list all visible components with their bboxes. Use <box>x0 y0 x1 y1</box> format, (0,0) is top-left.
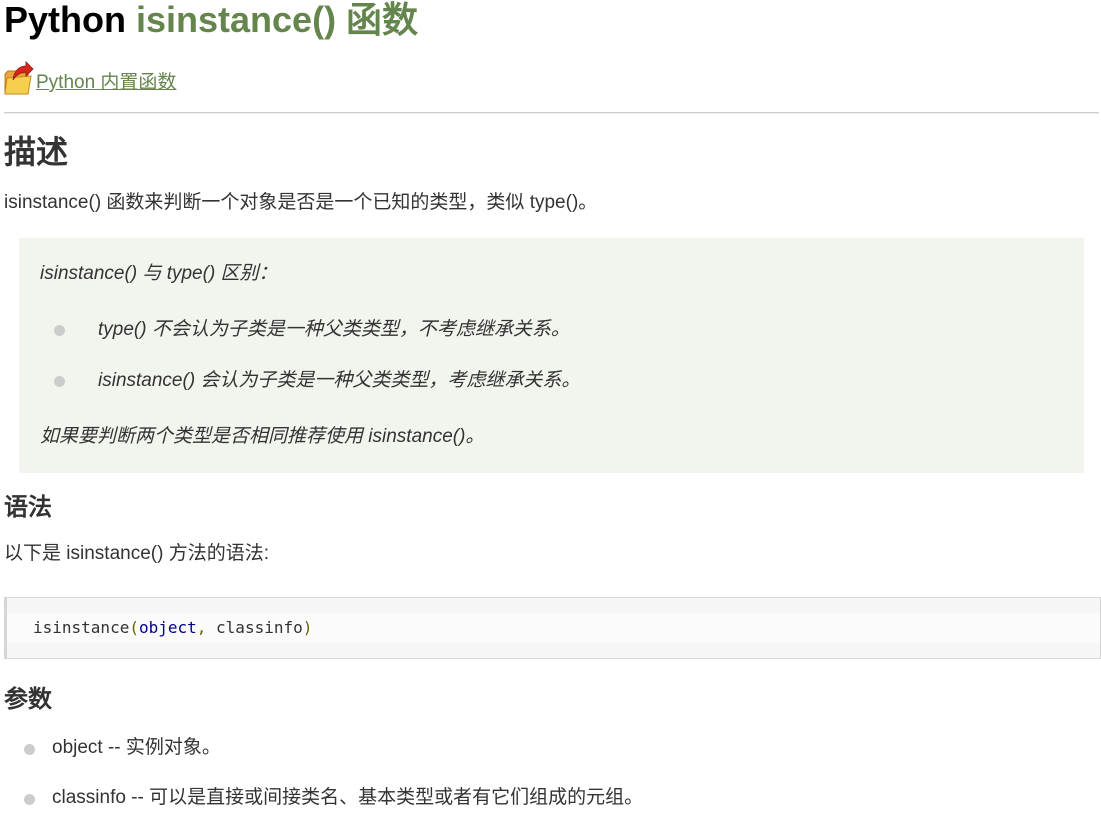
bullet-dot <box>24 794 35 805</box>
code-paren-open: ( <box>129 618 139 637</box>
builtin-functions-link[interactable]: Python 内置函数 <box>36 72 176 96</box>
bullet-dot <box>54 325 65 336</box>
param-item: object -- 实例对象。 <box>52 737 221 758</box>
code-line: isinstance(object, classinfo) <box>7 613 1100 643</box>
description-heading: 描述 <box>4 134 69 170</box>
bullet-dot <box>24 744 35 755</box>
description-text: isinstance() 函数来判断一个对象是否是一个已知的类型，类似 type… <box>4 192 598 213</box>
page-title-function: isinstance() 函数 <box>136 0 419 40</box>
difference-note: isinstance() 与 type() 区别： type() 不会认为子类是… <box>19 238 1084 473</box>
code-arg-classinfo: classinfo <box>206 618 303 637</box>
folder-up-icon <box>4 60 34 96</box>
param-item: classinfo -- 可以是直接或间接类名、基本类型或者有它们组成的元组。 <box>52 787 644 808</box>
syntax-code: isinstance(object, classinfo) <box>33 613 312 643</box>
page-title-prefix: Python <box>4 0 136 40</box>
syntax-heading: 语法 <box>4 494 52 521</box>
syntax-text: 以下是 isinstance() 方法的语法: <box>4 543 269 564</box>
code-paren-close: ) <box>302 618 313 637</box>
code-function-name: isinstance <box>33 618 130 637</box>
syntax-code-block: isinstance(object, classinfo) <box>4 597 1101 659</box>
note-conclusion: 如果要判断两个类型是否相同推荐使用 isinstance()。 <box>40 426 485 447</box>
bullet-dot <box>54 376 65 387</box>
code-comma: , <box>196 618 207 637</box>
note-item: isinstance() 会认为子类是一种父类类型，考虑继承关系。 <box>98 370 581 391</box>
note-intro: isinstance() 与 type() 区别： <box>40 263 278 284</box>
note-item: type() 不会认为子类是一种父类类型，不考虑继承关系。 <box>98 319 570 340</box>
page-title: Python isinstance() 函数 <box>4 0 418 40</box>
code-arg-object: object <box>138 618 197 637</box>
builtin-functions-backlink[interactable]: Python 内置函数 <box>4 56 176 96</box>
params-heading: 参数 <box>4 686 52 713</box>
divider <box>4 112 1099 114</box>
